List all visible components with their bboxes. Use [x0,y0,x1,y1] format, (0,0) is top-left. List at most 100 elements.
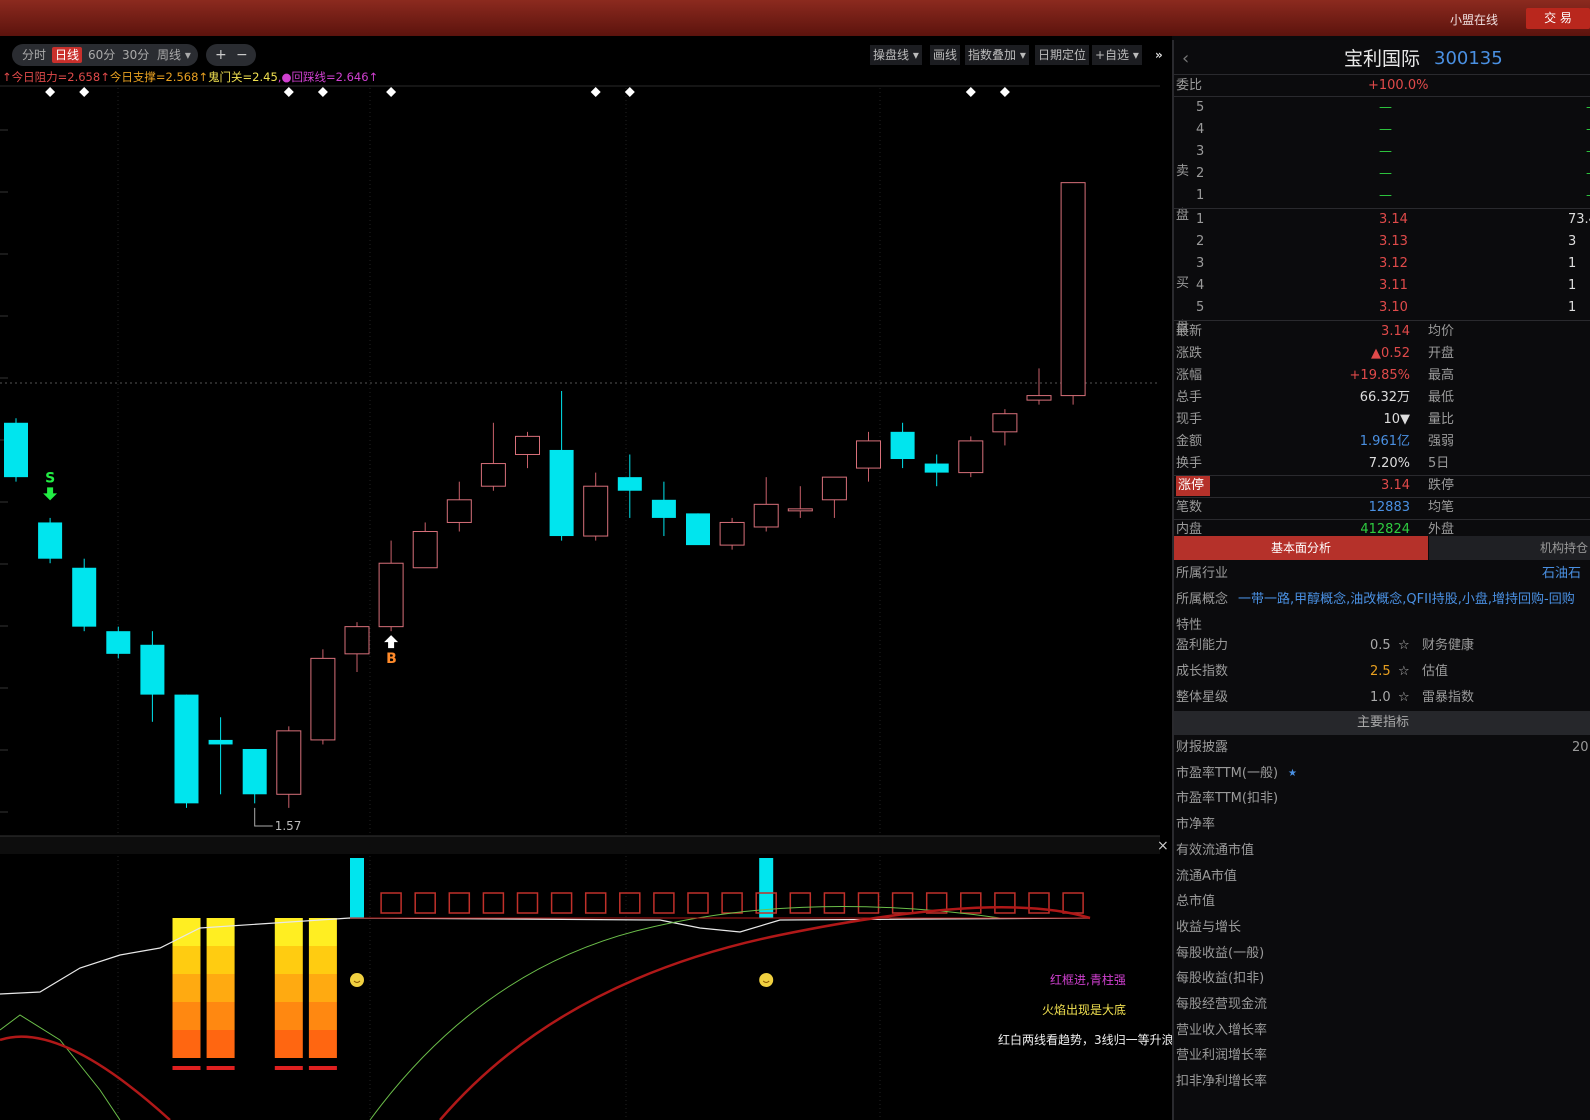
indicator-item: 财报披露 20 [1174,738,1590,758]
bid-level: 5 [1196,300,1205,315]
candle-body [446,499,472,523]
smile-icon [350,973,364,987]
rating-row: 成长指数 2.5 ☆ 估值 [1174,662,1590,682]
ask-price: — [1379,144,1392,159]
flame-bar [172,1030,201,1058]
red-box [687,892,709,914]
red-box [380,892,402,914]
flame-base [308,1066,337,1070]
stat-label: 总手 [1176,390,1203,405]
stat-row: 换手 7.20% 5日 [1174,454,1590,474]
red-box [482,892,505,914]
stat-value: 3.14 [1381,324,1410,339]
indicator-label: 财报披露 [1176,740,1229,755]
indicator-label: 市盈率TTM(一般) [1176,765,1279,781]
candle-body [208,739,233,745]
stat-label-2: 均价 [1428,324,1455,339]
ask-volume: — [1586,186,1590,206]
candle-body [1026,395,1052,401]
stat-label-2: 强弱 [1428,434,1455,449]
indicator-label: 有效流通市值 [1176,842,1255,858]
stat-label: 现手 [1176,412,1203,427]
flame-bar [206,974,235,1002]
stat-label: 换手 [1176,456,1203,471]
flame-bar [308,1030,337,1058]
bid-price: 3.12 [1379,256,1408,271]
flame-bar [274,1030,303,1058]
stat-label-2: 开盘 [1428,346,1455,361]
bid-row: 1 3.14 73.43 [1174,210,1590,230]
indicator-item: 每股收益(扣非) [1174,969,1590,989]
marker-diamond [79,87,90,97]
red-box [823,892,846,914]
red-box [994,892,1016,914]
weibi-label: 委比 [1176,78,1203,93]
candle-body [992,413,1018,433]
trade-button[interactable]: 交 易 [1526,8,1590,29]
stat-row: 涨幅 +19.85% 最高 [1174,366,1590,386]
candle-body [617,477,642,491]
kline-chart[interactable]: × 1.57 S B 红框进,青柱强火焰出现是大底红白两线看趋势，3线归一等升浪 [0,0,1172,1120]
bid-level: 4 [1196,278,1205,293]
ask-level: 2 [1196,166,1205,181]
candle-body [924,463,949,473]
indicator-item: 营业利润增长率 [1174,1046,1590,1066]
candle-body [890,431,915,460]
red-trend-line [0,906,1091,1120]
flame-bar [308,1002,337,1030]
industry-value[interactable]: 石油石 [1542,564,1581,584]
close-icon[interactable]: × [1157,838,1169,854]
candle-body [378,562,404,628]
candle-body [480,463,506,487]
red-box [1062,892,1084,914]
smile-icon [759,973,774,987]
flame-bar [308,918,337,946]
candle-body [1060,182,1086,397]
ask-volume: — [1586,98,1590,118]
stat-value: +19.85% [1349,368,1410,383]
stock-header: ‹ 宝利国际 300135 [1174,46,1590,72]
stat-row: 涨跌 ▲0.52 开盘 [1174,344,1590,364]
candle-body [106,631,131,654]
candle-body [174,694,199,804]
indicator-item: 扣非净利增长率 [1174,1072,1590,1092]
rating-label-2: 雷暴指数 [1422,690,1475,705]
indicator-label: 营业收入增长率 [1176,1022,1268,1038]
flame-bar [172,918,201,946]
stat-value: ▲0.52 [1371,346,1410,361]
candle-body [787,508,813,512]
flame-bar [172,974,201,1002]
ask-side-label: 卖 [1176,164,1190,179]
stat-label-2: 最低 [1428,390,1455,405]
indicator-label: 每股收益(一般) [1176,945,1265,961]
stat-value: 66.32万 [1359,390,1410,405]
bid-level: 1 [1196,212,1205,227]
tab-institution[interactable]: 机构持仓 [1429,536,1590,560]
industry-row: 所属行业 石油石 [1174,564,1590,584]
ask-price: — [1379,166,1392,181]
indicator-label: 营业利润增长率 [1176,1048,1268,1064]
online-status: 小盟在线 [1449,13,1498,27]
ask-price: — [1379,188,1392,203]
stat-label: 涨幅 [1176,368,1203,383]
concept-value[interactable]: 一带一路,甲醇概念,油改概念,QFII持股,小盘,增持回购-回购 [1238,590,1575,610]
bid-volume: 73.43 [1568,212,1590,227]
red-box [414,892,436,914]
bid-volume: 1 [1568,300,1577,315]
rating-value: 0.5 [1370,638,1391,653]
back-icon[interactable]: ‹ [1182,46,1189,72]
candle-body [72,567,97,627]
stat-label-2: 最高 [1428,368,1455,383]
ask-row: 2 — — [1174,164,1590,184]
tab-fundamental[interactable]: 基本面分析 [1174,536,1428,560]
stat-divider [1174,497,1590,498]
flame-bar [274,974,303,1002]
stat-label-2: 均笔 [1428,500,1455,515]
stat-row: 最新 3.14 均价 [1174,322,1590,342]
indicator-item: 每股经营现金流 [1174,995,1590,1015]
indicator-label: 每股收益(扣非) [1176,971,1265,987]
stock-name: 宝利国际 [1344,48,1421,70]
bid-volume: 1 [1568,256,1577,271]
marker-diamond [999,87,1010,97]
stat-row: 总手 66.32万 最低 [1174,388,1590,408]
